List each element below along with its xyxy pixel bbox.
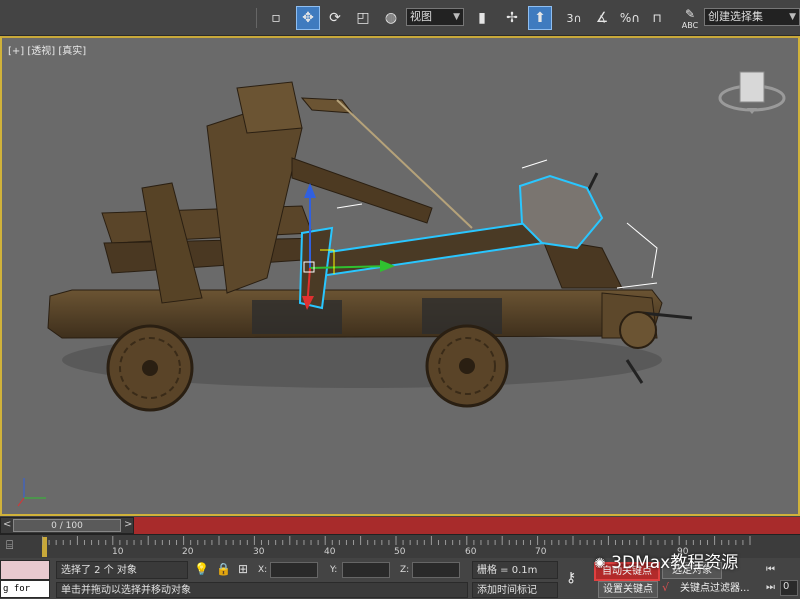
maxscript-mini-listener-top[interactable] xyxy=(0,560,50,580)
wechat-icon: ✺ xyxy=(594,556,606,572)
grid-spacing: 栅格 = 0.1m xyxy=(472,561,558,579)
wheel-rear xyxy=(425,324,509,408)
wheel-hub-end xyxy=(619,311,657,349)
tick-label: 40 xyxy=(324,547,336,557)
tick-label: 60 xyxy=(465,547,477,557)
x-coordinate-field[interactable] xyxy=(270,562,318,578)
watermark: ✺ 3DMax教程资源 xyxy=(594,548,784,576)
key-icon[interactable]: ⚷ xyxy=(566,570,576,586)
main-toolbar: ▫ ✥ ⟳ ◰ ◍ 视图 ▼ ▮ ✢ ⬆ 3 ∩ ∡ % ∩ ⊓ ✎ ABC 创建选… xyxy=(0,0,800,36)
select-object-icon[interactable]: ▫ xyxy=(264,6,288,30)
tick-label: 10 xyxy=(112,547,124,557)
named-selection-sets-select[interactable]: 创建选择集 ▼ xyxy=(704,8,800,26)
time-slider-prev-button[interactable]: < xyxy=(3,519,11,530)
isolate-selection-icon[interactable]: 💡 xyxy=(194,562,209,576)
select-and-scale-icon[interactable]: ◰ xyxy=(351,6,375,30)
key-filter-icon: √ xyxy=(662,581,670,594)
reference-coordinate-select[interactable]: 视图 ▼ xyxy=(406,8,464,26)
world-axis-tripod xyxy=(17,478,46,507)
viewcube[interactable] xyxy=(718,71,786,114)
z-coordinate-field[interactable] xyxy=(412,562,460,578)
tick-label: 20 xyxy=(182,547,194,557)
track-ruler xyxy=(42,536,751,545)
time-slider-next-button[interactable]: > xyxy=(124,519,132,530)
curve-editor-icon[interactable]: ⌸ xyxy=(6,538,26,554)
add-time-tag[interactable]: 添加时间标记 xyxy=(472,582,558,598)
abc-label: ABC xyxy=(681,20,699,30)
selection-status: 选择了 2 个 对象 xyxy=(56,561,188,579)
pencil-icon: ✎ xyxy=(684,6,696,21)
spinner-snap-icon[interactable]: ⊓ xyxy=(645,6,669,30)
prompt-line: 单击并拖动以选择并移动对象 xyxy=(56,582,468,598)
absolute-mode-icon[interactable]: ⊞ xyxy=(238,562,248,576)
percent-snap-icon[interactable]: % ∩ xyxy=(618,6,642,30)
reference-coordinate-value: 视图 xyxy=(410,10,432,23)
angle-snap-icon[interactable]: ∡ xyxy=(590,6,614,30)
select-and-rotate-icon[interactable]: ⟳ xyxy=(323,6,347,30)
tick-label: 30 xyxy=(253,547,265,557)
chevron-down-icon: ▼ xyxy=(453,12,460,22)
snaps-toggle-icon[interactable]: 3 ∩ xyxy=(562,6,586,30)
watermark-text: 3DMax教程资源 xyxy=(611,553,739,573)
named-selection-value: 创建选择集 xyxy=(708,10,763,23)
scene-render xyxy=(17,71,786,507)
edit-named-selection-icon[interactable]: ✎ ABC xyxy=(678,6,702,30)
y-label: Y: xyxy=(330,565,338,575)
tick-label: 50 xyxy=(394,547,406,557)
current-frame-field[interactable]: 0 xyxy=(780,580,798,596)
x-label: X: xyxy=(258,565,268,575)
key-filters-button[interactable]: 关键点过滤器... xyxy=(680,581,760,598)
chevron-down-icon: ▼ xyxy=(789,12,796,22)
max-window: ▫ ✥ ⟳ ◰ ◍ 视图 ▼ ▮ ✢ ⬆ 3 ∩ ∡ % ∩ ⊓ ✎ ABC 创建选… xyxy=(0,0,800,599)
pivot-center-icon[interactable]: ▮ xyxy=(470,6,494,30)
select-and-move-icon[interactable]: ✥ xyxy=(296,6,320,30)
set-key-button[interactable]: 设置关键点 xyxy=(598,581,658,598)
go-to-end-icon[interactable]: ⏭ xyxy=(766,582,775,593)
snap-3d-label: 3 xyxy=(566,11,574,25)
perspective-viewport[interactable]: [+] [透视] [真实] xyxy=(0,36,800,516)
select-and-manipulate-icon[interactable]: ✢ xyxy=(500,6,524,30)
select-and-place-icon[interactable]: ◍ xyxy=(379,6,403,30)
maxscript-mini-listener[interactable]: g for AIK xyxy=(0,580,50,598)
toolbar-separator xyxy=(256,8,257,28)
y-coordinate-field[interactable] xyxy=(342,562,390,578)
time-slider-bar: < 0 / 100 > xyxy=(0,517,800,534)
wheel-front xyxy=(106,324,194,412)
tick-label: 70 xyxy=(535,547,547,557)
lock-icon[interactable]: 🔒 xyxy=(216,562,231,576)
z-label: Z: xyxy=(400,565,410,575)
percent-snap-label: % xyxy=(619,11,632,25)
time-slider-thumb[interactable]: 0 / 100 xyxy=(13,519,121,532)
keyboard-shortcut-override-icon[interactable]: ⬆ xyxy=(528,6,552,30)
time-slider[interactable]: < 0 / 100 > xyxy=(0,517,134,534)
